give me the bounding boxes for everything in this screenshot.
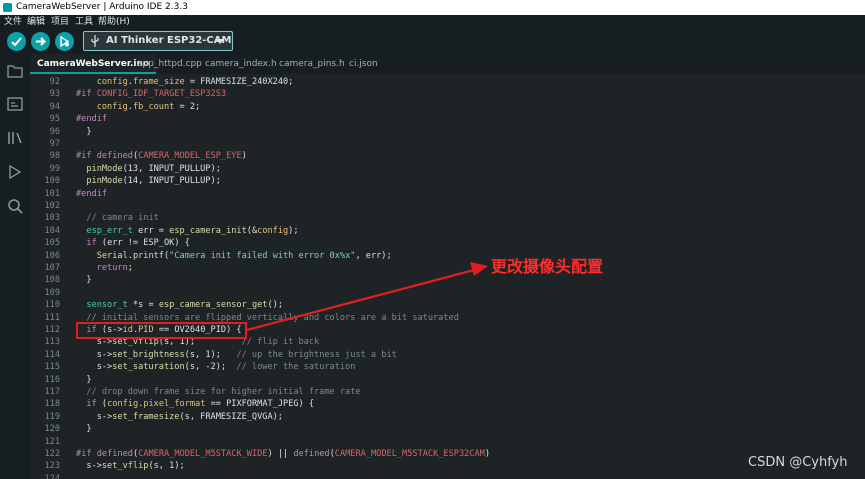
watermark: CSDN @Cyhfyh	[748, 455, 848, 470]
annotation-arrow	[246, 262, 488, 332]
annotation-label: 更改摄像头配置	[491, 257, 604, 276]
